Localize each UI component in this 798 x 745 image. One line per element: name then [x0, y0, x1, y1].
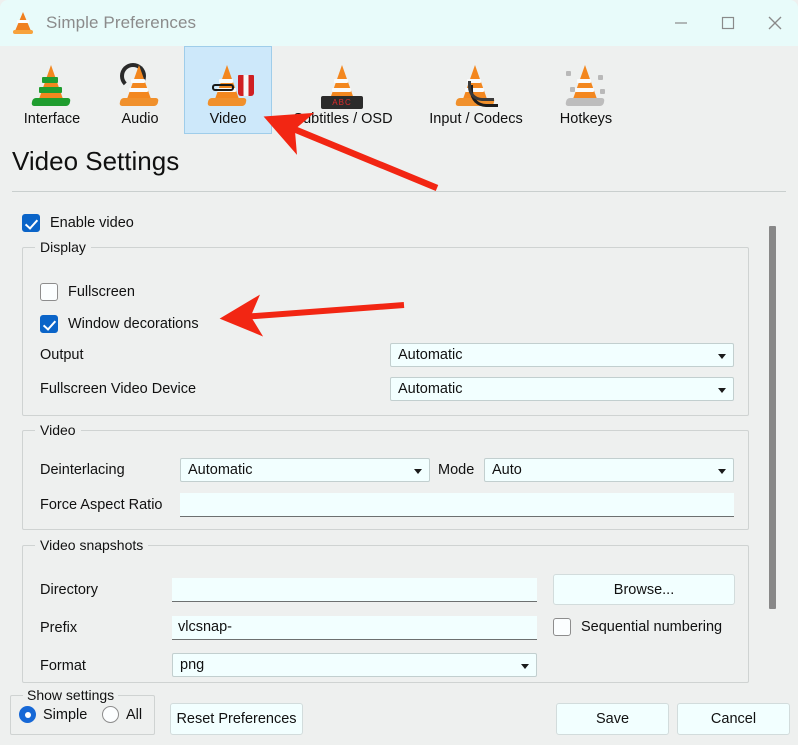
- show-settings-simple-option[interactable]: Simple: [19, 706, 87, 723]
- video-group-title: Video: [35, 422, 81, 438]
- show-settings-title: Show settings: [23, 687, 119, 703]
- vlc-subtitles-icon: ABC: [275, 55, 411, 109]
- show-settings-simple-radio[interactable]: [19, 706, 36, 723]
- sequential-numbering-label: Sequential numbering: [581, 619, 723, 635]
- browse-button[interactable]: Browse...: [553, 574, 735, 605]
- title-bar: Simple Preferences: [0, 0, 798, 46]
- show-settings-simple-label: Simple: [43, 706, 88, 723]
- page-title: Video Settings: [12, 146, 180, 176]
- tab-input-label: Input / Codecs: [429, 111, 523, 127]
- save-button-label: Save: [595, 711, 630, 727]
- deinterlacing-label: Deinterlacing: [40, 462, 125, 478]
- tab-audio[interactable]: Audio: [96, 46, 184, 134]
- enable-video-label: Enable video: [50, 215, 134, 231]
- chevron-down-icon: [718, 388, 726, 393]
- tab-input-codecs[interactable]: Input / Codecs: [414, 46, 538, 134]
- cancel-button[interactable]: Cancel: [677, 703, 790, 735]
- show-settings-groupbox: Show settings Simple All: [10, 687, 155, 735]
- fullscreen-checkbox[interactable]: [40, 283, 58, 301]
- osd-label: ABC: [321, 96, 363, 109]
- minimize-icon[interactable]: [657, 0, 704, 46]
- display-group-title: Display: [35, 239, 91, 255]
- force-aspect-ratio-label: Force Aspect Ratio: [40, 497, 163, 513]
- video-snapshots-group-title: Video snapshots: [35, 537, 149, 553]
- vlc-interface-icon: [11, 55, 93, 109]
- vlc-audio-icon: [99, 55, 181, 109]
- output-combobox[interactable]: Automatic: [390, 343, 734, 367]
- fullscreen-video-device-label: Fullscreen Video Device: [40, 381, 197, 397]
- fullscreen-video-device-value: Automatic: [398, 381, 463, 397]
- output-label: Output: [40, 347, 84, 363]
- fullscreen-video-device-combobox[interactable]: Automatic: [390, 377, 734, 401]
- format-value: png: [180, 657, 205, 673]
- preferences-tabstrip: Interface Audio Video ABC Subtitles / OS…: [0, 46, 798, 140]
- tab-audio-label: Audio: [121, 111, 159, 127]
- cancel-button-label: Cancel: [710, 711, 757, 727]
- output-value: Automatic: [398, 347, 463, 363]
- window-decorations-label: Window decorations: [68, 316, 199, 332]
- show-settings-all-option[interactable]: All: [102, 706, 142, 723]
- browse-button-label: Browse...: [613, 581, 675, 598]
- show-settings-all-radio[interactable]: [102, 706, 119, 723]
- settings-content: Enable video Display Fullscreen Window d…: [12, 203, 764, 686]
- vlc-cone-icon: [12, 11, 34, 35]
- reset-preferences-label: Reset Preferences: [176, 711, 297, 727]
- title-bar-left: Simple Preferences: [0, 0, 657, 46]
- tab-video-label: Video: [209, 111, 247, 127]
- fullscreen-row[interactable]: Fullscreen: [40, 283, 135, 301]
- window-decorations-checkbox[interactable]: [40, 315, 58, 333]
- vlc-hotkeys-icon: [541, 55, 631, 109]
- show-settings-all-label: All: [126, 706, 143, 723]
- enable-video-checkbox[interactable]: [22, 214, 40, 232]
- window-title: Simple Preferences: [46, 13, 197, 32]
- fullscreen-label: Fullscreen: [68, 284, 135, 300]
- deinterlacing-value: Automatic: [188, 462, 253, 478]
- tab-hotkeys-label: Hotkeys: [559, 111, 613, 127]
- directory-label: Directory: [40, 582, 99, 598]
- sequential-numbering-checkbox[interactable]: [553, 618, 571, 636]
- chevron-down-icon: [718, 354, 726, 359]
- reset-preferences-button[interactable]: Reset Preferences: [170, 703, 303, 735]
- settings-scrollbar-thumb[interactable]: [769, 226, 776, 609]
- heading-divider: [12, 191, 786, 192]
- settings-scroll-area[interactable]: Enable video Display Fullscreen Window d…: [12, 203, 786, 686]
- deinterlacing-combobox[interactable]: Automatic: [180, 458, 430, 482]
- format-label: Format: [40, 658, 86, 674]
- force-aspect-ratio-input[interactable]: [180, 493, 734, 517]
- window-decorations-row[interactable]: Window decorations: [40, 315, 199, 333]
- tab-interface-label: Interface: [23, 111, 81, 127]
- mode-value: Auto: [492, 462, 522, 478]
- chevron-down-icon: [414, 469, 422, 474]
- maximize-icon[interactable]: [704, 0, 751, 46]
- tab-subtitles-osd[interactable]: ABC Subtitles / OSD: [272, 46, 414, 134]
- mode-combobox[interactable]: Auto: [484, 458, 734, 482]
- chevron-down-icon: [521, 664, 529, 669]
- mode-label: Mode: [438, 462, 475, 478]
- chevron-down-icon: [718, 469, 726, 474]
- prefix-input[interactable]: vlcsnap-: [172, 616, 537, 640]
- dialog-bottom-bar: Show settings Simple All Reset Preferenc…: [0, 686, 798, 745]
- directory-input[interactable]: [172, 578, 537, 602]
- tab-hotkeys[interactable]: Hotkeys: [538, 46, 634, 134]
- window-controls: [657, 0, 798, 46]
- prefix-label: Prefix: [40, 620, 78, 636]
- save-button[interactable]: Save: [556, 703, 669, 735]
- format-combobox[interactable]: png: [172, 653, 537, 677]
- tab-interface[interactable]: Interface: [8, 46, 96, 134]
- vlc-input-icon: [417, 55, 535, 109]
- enable-video-row[interactable]: Enable video: [22, 214, 134, 232]
- tab-subtitles-label: Subtitles / OSD: [293, 111, 393, 127]
- tab-video[interactable]: Video: [184, 46, 272, 134]
- close-icon[interactable]: [751, 0, 798, 46]
- vlc-video-icon: [187, 55, 269, 109]
- sequential-numbering-row[interactable]: Sequential numbering: [553, 618, 722, 636]
